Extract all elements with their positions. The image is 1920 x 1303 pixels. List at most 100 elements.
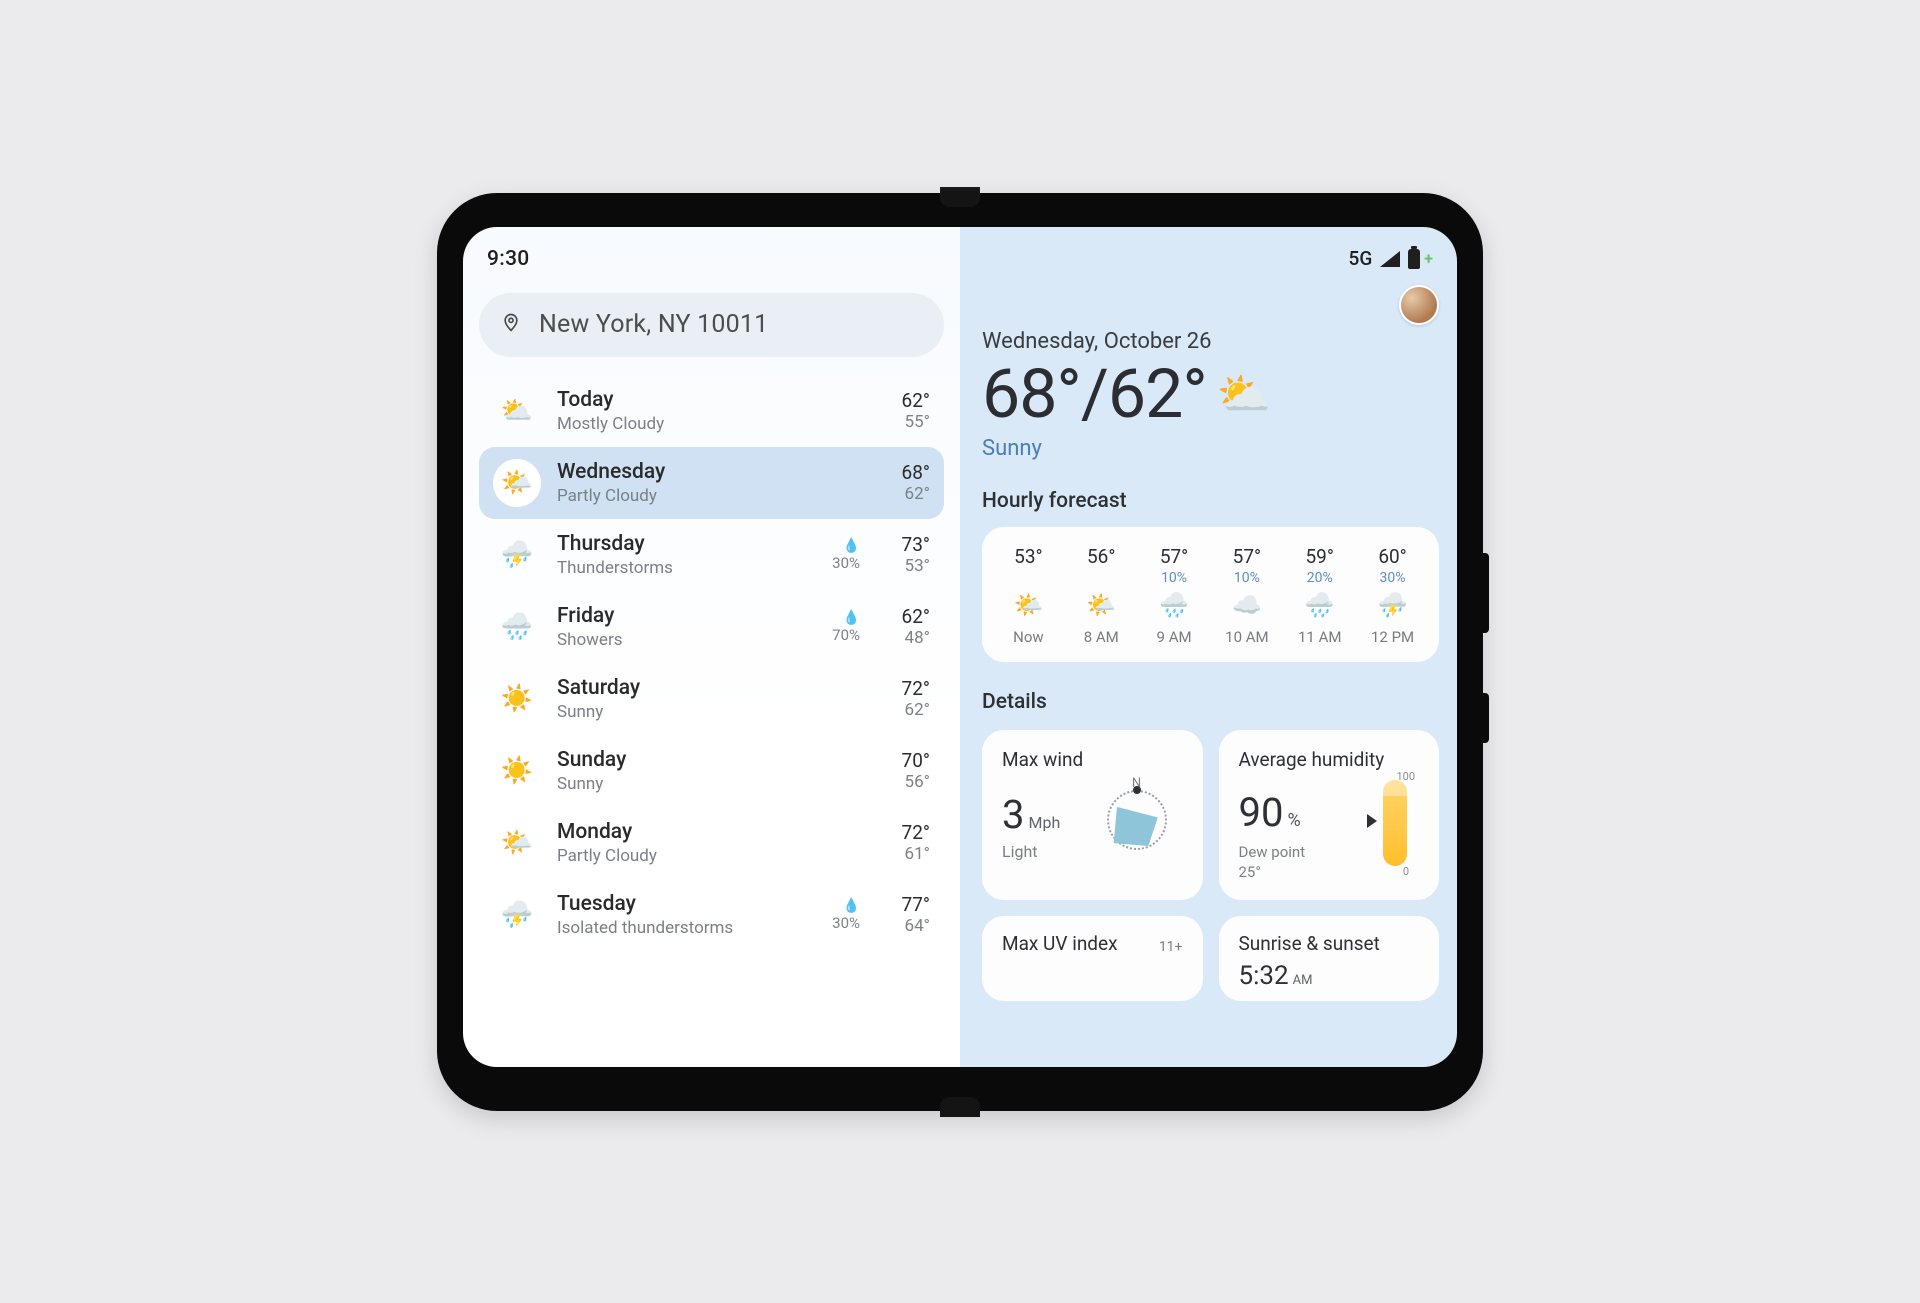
droplet-icon: 💧 [843,898,860,914]
day-condition: Partly Cloudy [557,846,800,866]
day-condition: Sunny [557,774,800,794]
hour-temp: 57° [1160,545,1188,568]
location-text: New York, NY 10011 [539,310,768,339]
hour-column: 60°30%⛈️12 PM [1356,545,1429,646]
day-name: Tuesday [557,892,800,916]
hinge-top [940,187,980,207]
day-precip-chance: 30% [832,914,860,932]
status-time: 9:30 [487,247,530,271]
side-button-1 [1483,553,1489,633]
hour-label: Now [1013,628,1044,646]
daily-forecast-list: ⛅TodayMostly Cloudy62°55°🌤️WednesdayPart… [479,375,944,951]
humidity-scale-bottom: 0 [1403,865,1409,878]
hour-weather-icon: ⛈️ [1378,590,1408,620]
day-temps: 62°48° [884,605,930,648]
day-condition: Mostly Cloudy [557,414,800,434]
weather-icon: ⛈️ [493,891,541,939]
day-precip-block: 💧70% [816,610,860,644]
location-pin-icon [501,310,521,340]
hour-precip-chance: 10% [1161,570,1187,588]
hour-temp: 57° [1233,545,1261,568]
humidity-sub1: Dew point [1239,843,1306,861]
day-temps: 68°62° [884,461,930,504]
profile-avatar[interactable] [1399,285,1439,325]
side-button-2 [1483,693,1489,743]
humidity-pointer-icon [1367,814,1377,828]
hourly-forecast-card[interactable]: 53°.🌤️Now56°.🌤️8 AM57°10%🌧️9 AM57°10%☁️1… [982,527,1439,662]
weather-icon: 🌤️ [493,819,541,867]
current-weather-icon: ⛅ [1217,368,1272,420]
sunrise-time: 5:32 [1239,961,1289,991]
hour-label: 10 AM [1225,628,1268,646]
day-name: Friday [557,604,800,628]
day-row[interactable]: ☀️ SundaySunny 70°56° [479,735,944,807]
current-conditions: Wednesday, October 26 68°/62° ⛅ Sunny [982,329,1439,461]
weather-icon: ☀️ [493,747,541,795]
humidity-gauge: 100 0 [1373,768,1413,878]
day-precip-chance: 70% [832,626,860,644]
detail-card-wind[interactable]: Max wind 3 Mph Light N [982,730,1203,901]
hour-weather-icon: 🌤️ [1013,590,1043,620]
day-name: Sunday [557,748,800,772]
day-row[interactable]: 🌧️FridayShowers💧70%62°48° [479,591,944,663]
hour-temp: 59° [1305,545,1333,568]
hour-temp: 60° [1378,545,1406,568]
uv-title: Max UV index [1002,932,1118,955]
hour-weather-icon: 🌤️ [1086,590,1116,620]
droplet-icon: 💧 [843,610,860,626]
pane-left: 9:30 New York, NY 10011 ⛅ TodayMostly Clo… [463,227,960,1067]
day-labels: SaturdaySunny [557,676,800,722]
sunrise-ampm: AM [1293,973,1313,988]
day-row[interactable]: ⛅TodayMostly Cloudy62°55° [479,375,944,447]
hour-label: 11 AM [1298,628,1341,646]
day-high: 68° [902,461,930,484]
detail-card-humidity[interactable]: Average humidity 90 % Dew point 25° 100 [1219,730,1440,901]
detail-card-uv[interactable]: Max UV index 11+ [982,916,1203,1001]
day-precip-block: 💧30% [816,898,860,932]
humidity-percent: % [1287,810,1300,831]
droplet-icon: 💧 [843,538,860,554]
hour-column: 56°.🌤️8 AM [1065,545,1138,646]
battery-plus-icon: + [1424,249,1433,268]
day-row[interactable]: ⛈️ThursdayThunderstorms💧30%73°53° [479,519,944,591]
hourly-title: Hourly forecast [982,489,1439,513]
day-labels: TodayMostly Cloudy [557,388,800,434]
hour-weather-icon: ☁️ [1232,590,1262,620]
day-row[interactable]: ⛈️TuesdayIsolated thunderstorms💧30%77°64… [479,879,944,951]
current-temps: 68°/62° [982,354,1207,434]
day-row[interactable]: 🌤️MondayPartly Cloudy72°61° [479,807,944,879]
status-bar-left: 9:30 [479,239,944,279]
day-high: 70° [902,749,930,772]
weather-icon: ⛅ [493,387,541,435]
hour-column: 53°.🌤️Now [992,545,1065,646]
day-temps: 77°64° [884,893,930,936]
device-frame: 9:30 New York, NY 10011 ⛅ TodayMostly Clo… [437,193,1483,1111]
hour-weather-icon: 🌧️ [1305,590,1335,620]
day-temps: 70°56° [884,749,930,792]
detail-card-sun[interactable]: Sunrise & sunset 5:32 AM [1219,916,1440,1001]
hour-column: 57°10%🌧️9 AM [1138,545,1211,646]
location-search[interactable]: New York, NY 10011 [479,293,944,357]
day-row[interactable]: ☀️SaturdaySunny72°62° [479,663,944,735]
details-title: Details [982,690,1439,714]
day-low: 48° [905,628,930,648]
hour-label: 8 AM [1084,628,1119,646]
pane-right: 5G + Wednesday, October 26 68°/62° ⛅ Sun… [960,227,1457,1067]
day-condition: Partly Cloudy [557,486,800,506]
network-label: 5G [1349,247,1373,270]
screen: 9:30 New York, NY 10011 ⛅ TodayMostly Clo… [463,227,1457,1067]
day-labels: ThursdayThunderstorms [557,532,800,578]
weather-icon: 🌤️ [493,459,541,507]
weather-icon: ⛈️ [493,531,541,579]
hour-weather-icon: 🌧️ [1159,590,1189,620]
day-condition: Sunny [557,702,800,722]
humidity-value: 90 [1239,789,1284,836]
day-labels: SundaySunny [557,748,800,794]
day-high: 72° [902,677,930,700]
day-low: 61° [905,844,930,864]
day-low: 62° [905,700,930,720]
day-row[interactable]: 🌤️WednesdayPartly Cloudy68°62° [479,447,944,519]
current-date: Wednesday, October 26 [982,329,1272,354]
day-condition: Showers [557,630,800,650]
day-high: 62° [902,389,930,412]
